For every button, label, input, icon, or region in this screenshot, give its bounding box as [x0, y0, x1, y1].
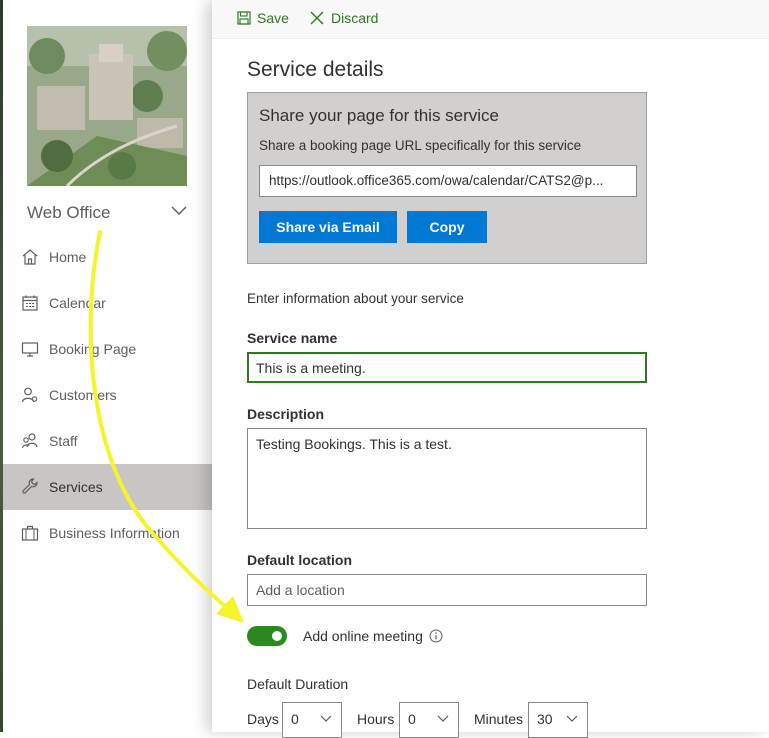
days-label: Days	[247, 711, 279, 727]
service-details-panel: Save Discard Service details Share your …	[212, 0, 769, 738]
description-label: Description	[247, 406, 325, 422]
customers-icon	[21, 387, 38, 403]
sidebar-item-label: Calendar	[49, 295, 106, 311]
service-name-input[interactable]: This is a meeting.	[247, 352, 647, 383]
minutes-value: 30	[537, 711, 553, 727]
command-bar: Save Discard	[212, 0, 769, 39]
toggle-knob	[272, 631, 282, 641]
sidebar-item-booking-page[interactable]: Booking Page	[3, 326, 212, 372]
service-name-label: Service name	[247, 330, 338, 346]
default-duration-label: Default Duration	[247, 676, 349, 692]
online-meeting-toggle[interactable]	[247, 626, 287, 646]
service-info-intro: Enter information about your service	[247, 291, 464, 306]
chevron-down-icon[interactable]	[170, 203, 188, 217]
minutes-label: Minutes	[474, 711, 524, 727]
save-button[interactable]: Save	[237, 10, 289, 26]
default-location-label: Default location	[247, 552, 353, 568]
chevron-down-icon	[566, 715, 578, 722]
sidebar-item-label: Staff	[49, 433, 78, 449]
staff-icon	[21, 433, 38, 449]
chevron-down-icon	[320, 715, 332, 722]
sidebar-item-business-information[interactable]: Business Information	[3, 510, 212, 556]
sidebar-item-home[interactable]: Home	[3, 234, 212, 280]
days-value: 0	[291, 711, 299, 727]
sidebar-item-label: Business Information	[49, 525, 180, 541]
share-page-section: Share your page for this service Share a…	[247, 92, 647, 264]
briefcase-icon	[21, 525, 39, 541]
sidebar: Web Office Home Calendar Booking Page Cu…	[3, 0, 212, 732]
booking-url-field[interactable]: https://outlook.office365.com/owa/calend…	[259, 165, 637, 197]
business-logo-image	[27, 26, 187, 186]
monitor-icon	[21, 342, 39, 357]
sidebar-item-staff[interactable]: Staff	[3, 418, 212, 464]
home-icon	[22, 249, 38, 265]
close-icon	[310, 11, 324, 25]
description-value: Testing Bookings. This is a test.	[256, 436, 452, 452]
minutes-dropdown[interactable]: 30	[528, 702, 588, 738]
calendar-icon	[22, 295, 38, 311]
business-name[interactable]: Web Office	[27, 203, 110, 223]
sidebar-nav: Home Calendar Booking Page Customers Sta…	[3, 234, 212, 556]
days-dropdown[interactable]: 0	[282, 702, 342, 738]
save-icon	[237, 11, 251, 25]
copy-button[interactable]: Copy	[407, 211, 487, 243]
discard-label: Discard	[331, 10, 379, 26]
sidebar-item-label: Customers	[49, 387, 117, 403]
sidebar-item-label: Services	[49, 479, 103, 495]
share-section-title: Share your page for this service	[259, 106, 500, 125]
sidebar-item-services[interactable]: Services	[3, 464, 212, 510]
wrench-icon	[22, 478, 38, 494]
sidebar-item-customers[interactable]: Customers	[3, 372, 212, 418]
service-name-value: This is a meeting.	[256, 360, 366, 376]
sidebar-item-label: Booking Page	[49, 341, 137, 357]
hours-dropdown[interactable]: 0	[399, 702, 459, 738]
hours-label: Hours	[357, 711, 395, 727]
save-label: Save	[257, 10, 289, 26]
location-placeholder: Add a location	[256, 582, 345, 598]
share-via-email-button[interactable]: Share via Email	[259, 211, 397, 243]
online-meeting-label: Add online meeting	[303, 628, 423, 644]
info-icon[interactable]	[429, 629, 443, 643]
description-textarea[interactable]: Testing Bookings. This is a test.	[247, 428, 647, 529]
sidebar-item-label: Home	[49, 249, 87, 265]
discard-button[interactable]: Discard	[309, 10, 378, 26]
chevron-down-icon	[437, 715, 449, 722]
sidebar-item-calendar[interactable]: Calendar	[3, 280, 212, 326]
page-title: Service details	[247, 58, 384, 81]
share-section-subtitle: Share a booking page URL specifically fo…	[259, 138, 582, 153]
hours-value: 0	[408, 711, 416, 727]
location-input[interactable]: Add a location	[247, 574, 647, 606]
